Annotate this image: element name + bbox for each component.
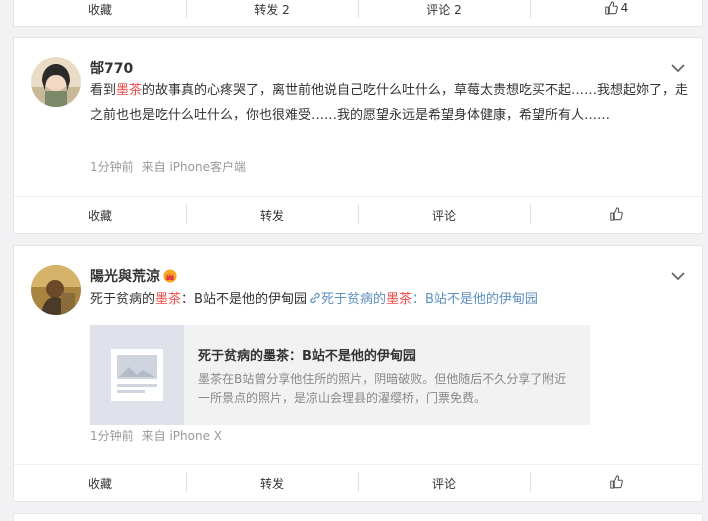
favorite-label: 收藏	[87, 476, 112, 491]
chevron-down-icon[interactable]	[670, 271, 686, 281]
post-text-part: 的故事真的心疼哭了，离世前他说自己吃什么吐什么，草莓太贵想吃买不起……我想起妳了…	[90, 83, 689, 123]
repost-label: 转发	[259, 208, 284, 223]
username[interactable]: 郜770	[90, 58, 133, 78]
action-bar: 收藏 转发 2 评论 2 4	[14, 0, 702, 28]
favorite-button[interactable]: 收藏	[14, 1, 186, 18]
crown-badge-icon[interactable]	[163, 269, 177, 283]
action-bar: 收藏 转发 评论	[14, 196, 702, 233]
article-link-text: 死于贫病的	[320, 292, 386, 307]
favorite-label: 收藏	[87, 3, 112, 17]
repost-button[interactable]: 转发	[186, 471, 358, 492]
chevron-down-icon[interactable]	[670, 63, 686, 73]
repost-label: 转发 2	[254, 3, 290, 17]
post-text: 死于贫病的墨茶：B站不是他的伊甸园 死于贫病的墨茶：B站不是他的伊甸园	[90, 287, 690, 312]
post-text-part: 死于贫病的	[90, 292, 156, 307]
comment-button[interactable]: 评论	[358, 203, 530, 224]
avatar[interactable]	[31, 265, 81, 315]
comment-label: 评论	[431, 208, 456, 223]
comment-label: 评论	[431, 476, 456, 491]
topic-keyword-link[interactable]: 墨茶	[116, 83, 142, 98]
post-time[interactable]: 1分钟前	[90, 160, 134, 174]
favorite-button[interactable]: 收藏	[14, 475, 186, 492]
post-meta: 1分钟前 来自 iPhone X	[90, 427, 222, 444]
article-title: 死于贫病的墨茶：B站不是他的伊甸园	[198, 349, 416, 364]
post-source: 来自 iPhone客户端	[141, 160, 246, 174]
post-meta: 1分钟前 来自 iPhone客户端	[90, 158, 246, 175]
link-icon	[310, 292, 320, 304]
action-bar: 收藏 转发 评论	[14, 464, 702, 501]
repost-label: 转发	[259, 476, 284, 491]
post-text-part: ：B站不是他的伊甸园	[181, 292, 307, 307]
thumbs-up-icon	[604, 1, 618, 15]
article-link-keyword: 墨茶	[385, 292, 412, 307]
article-preview-card[interactable]: 死于贫病的墨茶：B站不是他的伊甸园 墨茶在B站曾分享他住所的照片，阴暗破败。但他…	[90, 325, 590, 425]
article-link-text: ：B站不是他的伊甸园	[411, 292, 538, 307]
repost-button[interactable]: 转发 2	[186, 0, 358, 18]
like-count: 4	[620, 1, 629, 15]
comment-button[interactable]: 评论 2	[358, 0, 530, 18]
post-text: 看到墨茶的故事真的心疼哭了，离世前他说自己吃什么吐什么，草莓太贵想吃买不起……我…	[90, 78, 690, 128]
avatar[interactable]	[31, 57, 81, 107]
post-text-part: 看到	[90, 83, 117, 98]
article-info: 死于贫病的墨茶：B站不是他的伊甸园 墨茶在B站曾分享他住所的照片，阴暗破败。但他…	[184, 325, 590, 425]
like-button[interactable]	[530, 203, 702, 224]
comment-label: 评论 2	[426, 3, 462, 17]
article-description: 墨茶在B站曾分享他住所的照片，阴暗破败。但他随后不久分享了附近一所景点的照片，是…	[198, 372, 567, 405]
favorite-button[interactable]: 收藏	[14, 207, 186, 224]
post-source: 来自 iPhone X	[141, 429, 222, 443]
favorite-label: 收藏	[87, 208, 112, 223]
like-button[interactable]: 4	[530, 0, 702, 18]
thumbs-up-icon	[610, 206, 623, 221]
article-link[interactable]: 死于贫病的墨茶：B站不是他的伊甸园	[307, 292, 538, 307]
username-text: 陽光與荒涼	[90, 269, 160, 285]
username[interactable]: 陽光與荒涼	[90, 266, 177, 286]
topic-keyword-link[interactable]: 墨茶	[155, 292, 181, 307]
weibo-post-card: 收藏 转发 2 评论 2 4	[13, 0, 703, 27]
comment-button[interactable]: 评论	[358, 471, 530, 492]
thumbs-up-icon	[610, 474, 623, 489]
article-placeholder-icon	[111, 349, 163, 401]
weibo-post-card: 郜770 看到墨茶的故事真的心疼哭了，离世前他说自己吃什么吐什么，草莓太贵想吃买…	[13, 37, 703, 234]
post-time[interactable]: 1分钟前	[90, 429, 134, 443]
weibo-post-card: 陽光與荒涼 死于贫病的墨茶：B站不是他的伊甸园 死于贫病的墨茶：B站不是他的伊甸园…	[13, 245, 703, 502]
weibo-post-card	[13, 513, 703, 521]
article-thumbnail	[90, 325, 184, 425]
like-button[interactable]	[530, 471, 702, 492]
repost-button[interactable]: 转发	[186, 203, 358, 224]
